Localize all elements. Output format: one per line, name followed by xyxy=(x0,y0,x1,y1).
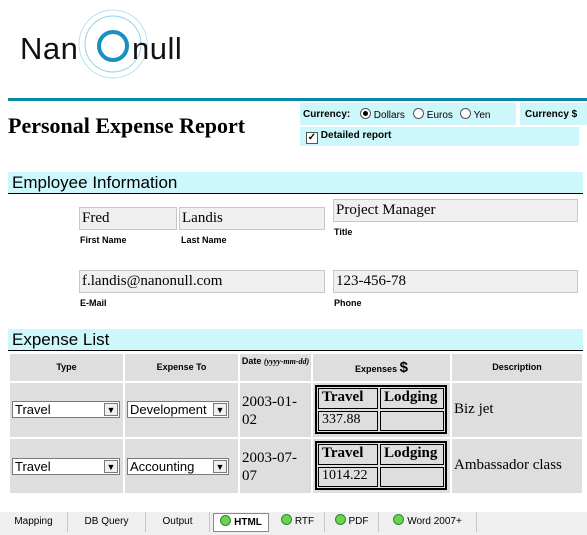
tab-label: RTF xyxy=(294,516,315,527)
view-tab-bar: Mapping DB Query Output HTML RTF PDF Wor… xyxy=(0,512,587,535)
header-date: Date (yyyy-mm-dd) xyxy=(240,354,311,381)
row2-date: 2003-07- 07 xyxy=(242,449,297,485)
row2-expense-to-value: Accounting xyxy=(130,459,195,474)
section-employee-information: Employee Information xyxy=(8,172,583,194)
radio-yen-icon[interactable] xyxy=(460,108,471,119)
row1-travel-value[interactable]: 337.88 xyxy=(318,411,378,431)
first-name-field[interactable]: Fred xyxy=(79,207,177,230)
chevron-down-icon[interactable]: ▼ xyxy=(213,460,227,473)
title-field[interactable]: Project Manager xyxy=(333,199,578,222)
currency-option-euros[interactable]: Euros xyxy=(413,108,453,121)
green-circle-icon xyxy=(393,514,405,525)
checkbox-checked-icon[interactable]: ✓ xyxy=(306,132,318,144)
row2-lodging-value[interactable] xyxy=(380,467,444,487)
row2-description: Ambassador class xyxy=(454,457,562,473)
row1-description: Biz jet xyxy=(454,401,494,417)
header-currency-symbol: $ xyxy=(399,359,408,376)
row2-date-line2: 07 xyxy=(242,468,257,484)
row1-expenses-table: Travel Lodging 337.88 xyxy=(315,385,447,434)
last-name-label: Last Name xyxy=(181,235,227,245)
tab-mapping[interactable]: Mapping xyxy=(0,512,68,532)
tab-pdf[interactable]: PDF xyxy=(325,512,379,532)
chevron-down-icon[interactable]: ▼ xyxy=(213,403,227,416)
currency-label: Currency: xyxy=(303,109,351,120)
row2-date-line1: 2003-07- xyxy=(242,450,297,466)
row2-expense-to-select[interactable]: Accounting ▼ xyxy=(127,458,229,475)
tab-label: HTML xyxy=(234,517,262,528)
currency-option-yen[interactable]: Yen xyxy=(460,108,490,121)
row1-lodging-value[interactable] xyxy=(380,411,444,431)
tab-label: Mapping xyxy=(14,516,53,527)
tab-label: DB Query xyxy=(84,516,129,527)
chevron-down-icon[interactable]: ▼ xyxy=(104,403,118,416)
header-type-label: Type xyxy=(56,362,77,372)
currency-option-dollars[interactable]: Dollars xyxy=(360,108,405,121)
header-expenses-label: Expenses xyxy=(355,364,398,374)
tab-word-2007[interactable]: Word 2007+ xyxy=(379,512,477,532)
row2-travel-value[interactable]: 1014.22 xyxy=(318,467,378,487)
green-circle-icon xyxy=(220,515,232,526)
tab-label: PDF xyxy=(348,516,369,527)
row1-expense-to-value: Development xyxy=(130,402,207,417)
tab-rtf[interactable]: RTF xyxy=(271,512,325,532)
row2-type-select[interactable]: Travel ▼ xyxy=(12,458,120,475)
currency-option-label: Yen xyxy=(473,110,491,121)
detailed-report-label: Detailed report xyxy=(320,130,392,141)
tab-label: Output xyxy=(162,516,193,527)
phone-label: Phone xyxy=(334,298,362,308)
row1-lodging-header: Lodging xyxy=(380,388,444,409)
green-circle-icon xyxy=(334,514,346,525)
logo-text-left: Nan xyxy=(20,31,79,66)
header-date-format: (yyyy-mm-dd) xyxy=(263,357,310,366)
tab-db-query[interactable]: DB Query xyxy=(68,512,146,532)
currency-option-label: Dollars xyxy=(373,110,405,121)
tab-label: Word 2007+ xyxy=(407,516,462,527)
header-date-label: Date xyxy=(241,356,262,366)
row1-type-value: Travel xyxy=(15,402,51,417)
last-name-field[interactable]: Landis xyxy=(179,207,325,230)
radio-dollars-icon[interactable] xyxy=(360,108,371,119)
currency-right-label: Currency $ xyxy=(525,109,578,120)
section-expense-list: Expense List xyxy=(8,329,583,351)
row1-expense-to-select[interactable]: Development ▼ xyxy=(127,401,229,418)
row2-expenses-table: Travel Lodging 1014.22 xyxy=(315,441,447,490)
header-type: Type xyxy=(10,354,123,381)
header-description-label: Description xyxy=(492,362,542,372)
row2-type-value: Travel xyxy=(15,459,51,474)
radio-euros-icon[interactable] xyxy=(413,108,424,119)
tab-output[interactable]: Output xyxy=(146,512,210,532)
row1-travel-header: Travel xyxy=(318,388,378,409)
row1-date-line2: 02 xyxy=(242,412,257,428)
phone-field[interactable]: 123-456-78 xyxy=(333,270,578,293)
chevron-down-icon[interactable]: ▼ xyxy=(104,460,118,473)
header-expense-to: Expense To xyxy=(125,354,238,381)
header-divider xyxy=(8,98,587,101)
logo: Nan null xyxy=(18,6,188,82)
green-circle-icon xyxy=(280,514,292,525)
header-description: Description xyxy=(452,354,582,381)
email-label: E-Mail xyxy=(80,298,107,308)
logo-text-right: null xyxy=(132,31,183,66)
title-label: Title xyxy=(334,227,353,237)
email-field[interactable]: f.landis@nanonull.com xyxy=(79,270,325,293)
row2-travel-header: Travel xyxy=(318,444,378,465)
row2-lodging-header: Lodging xyxy=(380,444,444,465)
header-expenses: Expenses $ xyxy=(313,354,450,381)
row1-type-select[interactable]: Travel ▼ xyxy=(12,401,120,418)
tab-html[interactable]: HTML xyxy=(213,513,269,532)
first-name-label: First Name xyxy=(80,235,127,245)
header-expense-to-label: Expense To xyxy=(156,362,207,372)
row1-date-line1: 2003-01- xyxy=(242,394,297,410)
page-title: Personal Expense Report xyxy=(8,113,246,138)
detailed-report-checkbox[interactable]: ✓ Detailed report xyxy=(306,130,391,144)
row1-date: 2003-01- 02 xyxy=(242,393,297,429)
currency-option-label: Euros xyxy=(426,110,453,121)
